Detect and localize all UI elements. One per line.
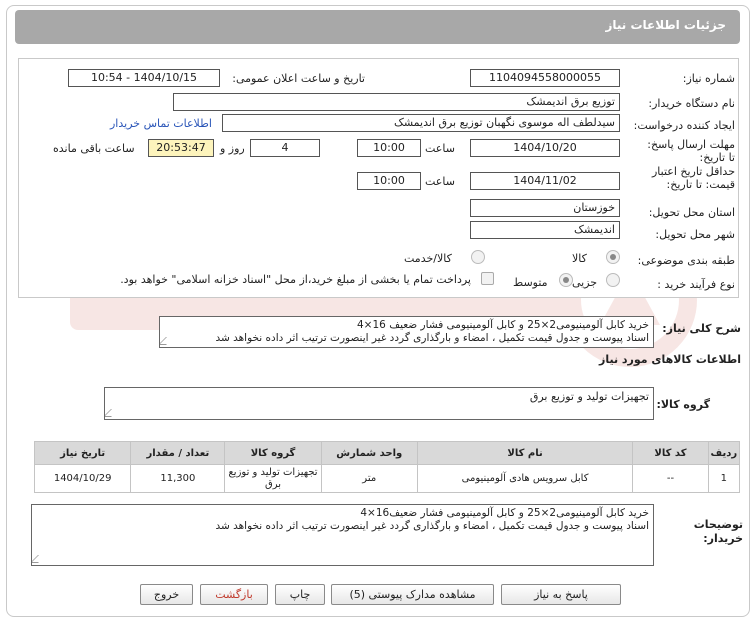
- description-line-2: اسناد پیوست و جدول قیمت تکمیل ، امضاء و …: [215, 332, 649, 344]
- city-label: شهر محل تحویل:: [655, 228, 735, 241]
- category-option-goods: کالا: [572, 252, 587, 265]
- cell-row-number: 1: [707, 464, 741, 493]
- payment-note: پرداخت تمام یا بخشی از مبلغ خرید،از محل …: [120, 273, 471, 286]
- exit-button[interactable]: خروج: [140, 584, 193, 605]
- col-item-code: کد کالا: [632, 441, 709, 465]
- col-item-name: نام کالا: [416, 441, 634, 465]
- col-unit: واحد شمارش: [320, 441, 418, 465]
- cell-item-name: کابل سرویس هادی آلومینیومی: [416, 464, 634, 493]
- items-table: ردیف کد کالا نام کالا واحد شمارش گروه کا…: [33, 441, 741, 493]
- print-button[interactable]: چاپ: [275, 584, 325, 605]
- category-label: طبقه بندی موضوعی:: [637, 254, 735, 267]
- province-label: استان محل تحویل:: [648, 206, 735, 219]
- table-row[interactable]: 1 -- کابل سرویس هادی آلومینیومی متر تجهی…: [33, 464, 741, 493]
- creator-field[interactable]: سیدلطف اله موسوی نگهبان توزیع برق اندیمش…: [222, 114, 620, 132]
- goods-section-title: اطلاعات کالاهای مورد نیاز: [599, 353, 741, 366]
- creator-label: ایجاد کننده درخواست:: [633, 119, 735, 132]
- province-field[interactable]: خوزستان: [470, 199, 620, 217]
- goods-group-value: تجهیزات تولید و توزیع برق: [529, 390, 649, 403]
- announce-datetime-field[interactable]: 1404/10/15 - 10:54: [68, 69, 220, 87]
- buyer-org-field[interactable]: توزیع برق اندیمشک: [173, 93, 620, 111]
- announce-label: تاریخ و ساعت اعلان عمومی:: [232, 72, 365, 85]
- deadline-label: مهلت ارسال پاسخ: تا تاریخ:: [647, 138, 735, 164]
- reply-button[interactable]: پاسخ به نیاز: [501, 584, 621, 605]
- cell-quantity: 11,300: [130, 464, 226, 493]
- goods-group-label: گروه کالا:: [656, 398, 710, 411]
- view-attachments-button[interactable]: مشاهده مدارک پیوستی (5): [331, 584, 494, 605]
- category-option-goods-service: کالا/خدمت: [404, 252, 452, 265]
- need-number-field[interactable]: 1104094558000055: [470, 69, 620, 87]
- deadline-time-word: ساعت: [425, 142, 455, 155]
- description-label: شرح کلی نیاز:: [662, 322, 741, 335]
- deadline-date-field[interactable]: 1404/10/20: [470, 139, 620, 157]
- goods-group-textarea[interactable]: تجهیزات تولید و توزیع برق: [104, 387, 654, 420]
- remaining-time-field: 20:53:47: [148, 139, 214, 157]
- validity-time-field[interactable]: 10:00: [357, 172, 421, 190]
- purchase-type-label: نوع فرآیند خرید :: [657, 278, 735, 291]
- buyer-org-label: نام دستگاه خریدار:: [648, 97, 735, 110]
- resize-grip-icon[interactable]: [32, 555, 46, 563]
- need-number-label: شماره نیاز:: [682, 72, 735, 85]
- cell-goods-group: تجهیزات تولید و توزیع برق: [224, 464, 322, 493]
- buyer-notes-textarea[interactable]: خرید کابل آلومینیومی2×25 و کابل آلومینیو…: [31, 504, 654, 566]
- cell-item-code: --: [632, 464, 709, 493]
- purchase-option-medium: متوسط: [513, 276, 548, 289]
- category-radio-goods[interactable]: [606, 250, 620, 264]
- table-header-row: ردیف کد کالا نام کالا واحد شمارش گروه کا…: [33, 441, 741, 465]
- category-radio-goods-service[interactable]: [471, 250, 485, 264]
- days-and-label: روز و: [220, 142, 245, 155]
- validity-date-field[interactable]: 1404/11/02: [470, 172, 620, 190]
- buyer-notes-line-1: خرید کابل آلومینیومی2×25 و کابل آلومینیو…: [360, 507, 649, 519]
- col-goods-group: گروه کالا: [224, 441, 322, 465]
- col-quantity: تعداد / مقدار: [130, 441, 226, 465]
- cell-unit: متر: [320, 464, 418, 493]
- purchase-radio-medium[interactable]: [559, 273, 573, 287]
- resize-grip-icon[interactable]: [105, 409, 119, 417]
- purchase-radio-minor[interactable]: [606, 273, 620, 287]
- page-header: جزئیات اطلاعات نیاز: [15, 10, 740, 44]
- treasury-bonds-checkbox[interactable]: [481, 272, 494, 285]
- validity-time-word: ساعت: [425, 175, 455, 188]
- validity-label: حداقل تاریخ اعتبار قیمت: تا تاریخ:: [651, 165, 735, 191]
- page-title: جزئیات اطلاعات نیاز: [605, 18, 726, 32]
- buyer-notes-label: توضیحات خریدار:: [693, 518, 743, 545]
- contact-buyer-link[interactable]: اطلاعات تماس خریدار: [110, 117, 212, 130]
- description-textarea[interactable]: خرید کابل آلومینیومی2×25 و کابل آلومینیو…: [159, 316, 654, 348]
- back-button[interactable]: بازگشت: [200, 584, 268, 605]
- days-remaining-field[interactable]: 4: [250, 139, 320, 157]
- description-line-1: خرید کابل آلومینیومی2×25 و کابل آلومینیو…: [356, 319, 649, 331]
- deadline-time-field[interactable]: 10:00: [357, 139, 421, 157]
- col-row-number: ردیف: [707, 441, 741, 465]
- cell-need-date: 1404/10/29: [33, 464, 132, 493]
- remaining-time-label: ساعت باقی مانده: [53, 142, 135, 155]
- buyer-notes-line-2: اسناد پیوست و جدول قیمت تکمیل ، امضاء و …: [215, 520, 649, 532]
- city-field[interactable]: اندیمشک: [470, 221, 620, 239]
- purchase-option-minor: جزیی: [572, 276, 598, 289]
- col-need-date: تاریخ نیاز: [33, 441, 132, 465]
